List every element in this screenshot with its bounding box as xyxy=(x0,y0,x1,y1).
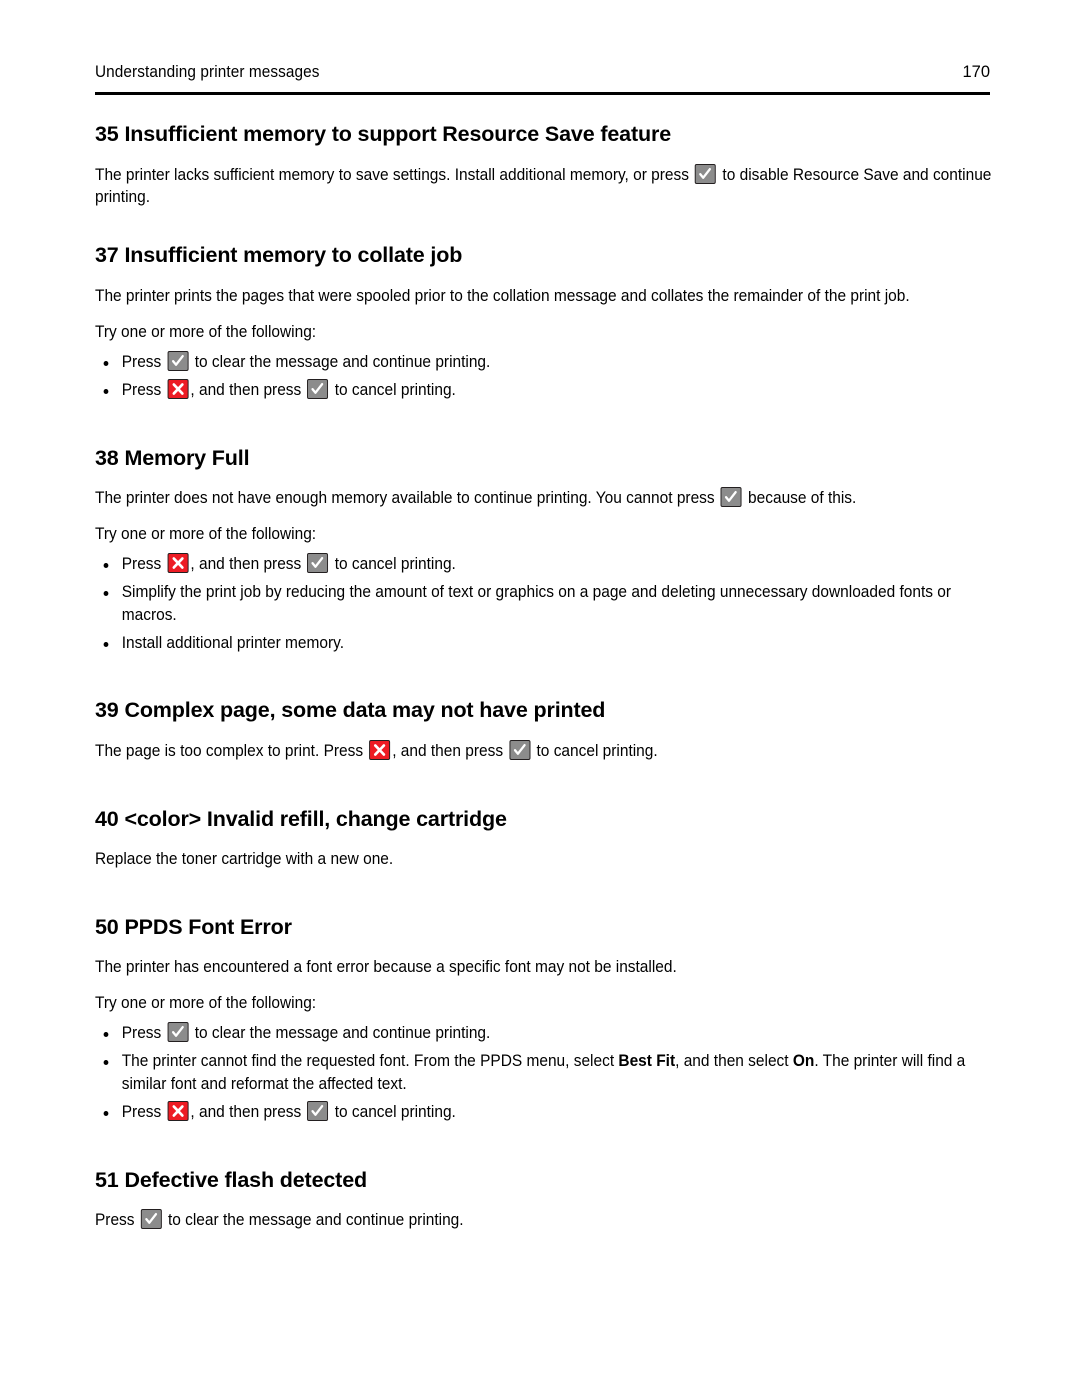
section-intro: Try one or more of the following: xyxy=(95,322,317,341)
bullet-bold-best-fit: Best Fit xyxy=(618,1052,676,1071)
bullet-text-post: to clear the message and continue printi… xyxy=(190,352,491,371)
bullet-dot-icon xyxy=(103,360,109,366)
bullet-text: Simplify the print job by reducing the a… xyxy=(121,583,952,624)
bullet-text-post: to cancel printing. xyxy=(330,381,456,400)
list-item: Install additional printer memory. xyxy=(95,632,992,654)
check-key-icon xyxy=(167,350,189,371)
section-heading: 51 Defective flash detected xyxy=(95,1167,367,1192)
paragraph-text-part-c: to cancel printing. xyxy=(532,742,658,761)
bullet-list: Press , and then press to cancel printin… xyxy=(95,553,992,654)
bullet-text-mid: , and then press xyxy=(190,1103,306,1122)
section-paragraph: The printer does not have enough memory … xyxy=(95,487,992,509)
check-key-icon xyxy=(307,1101,329,1122)
section-err-40: 40 <color> Invalid refill, change cartri… xyxy=(95,807,992,871)
check-key-icon xyxy=(307,553,329,574)
page-number: 170 xyxy=(962,63,990,81)
bullet-text-pre: Press xyxy=(121,1103,166,1122)
document-body: 35 Insufficient memory to support Resour… xyxy=(95,122,992,1232)
paragraph-text-part-b: because of this. xyxy=(743,489,857,508)
section-heading: 40 <color> Invalid refill, change cartri… xyxy=(95,806,507,831)
section-intro: Try one or more of the following: xyxy=(95,993,317,1012)
check-key-icon xyxy=(307,379,329,400)
bullet-dot-icon xyxy=(103,1110,109,1116)
section-err-38: 38 Memory Full The printer does not have… xyxy=(95,446,992,655)
section-paragraph: The page is too complex to print. Press … xyxy=(95,740,992,762)
paragraph-text-part-a: Press xyxy=(95,1211,139,1230)
section-heading: 37 Insufficient memory to collate job xyxy=(95,243,463,268)
list-item: Press to clear the message and continue … xyxy=(95,350,992,373)
list-item: The printer cannot find the requested fo… xyxy=(95,1050,992,1095)
bullet-dot-icon xyxy=(103,1060,109,1066)
bullet-text-pre: Press xyxy=(121,555,166,574)
bullet-text-mid: , and then press xyxy=(190,555,306,574)
section-paragraph: Press to clear the message and continue … xyxy=(95,1209,992,1231)
section-heading: 35 Insufficient memory to support Resour… xyxy=(95,122,671,146)
list-item: Simplify the print job by reducing the a… xyxy=(95,581,992,626)
stop-key-icon xyxy=(369,740,391,761)
bullet-dot-icon xyxy=(103,388,109,394)
section-paragraph: Replace the toner cartridge with a new o… xyxy=(95,850,394,869)
section-intro: Try one or more of the following: xyxy=(95,524,317,543)
section-err-51: 51 Defective flash detected Press to cle… xyxy=(95,1168,992,1232)
list-item: Press , and then press to cancel printin… xyxy=(95,379,992,401)
bullet-dot-icon xyxy=(103,641,109,647)
check-key-icon xyxy=(695,163,717,184)
paragraph-text-part-b: to clear the message and continue printi… xyxy=(163,1211,464,1230)
section-err-50: 50 PPDS Font Error The printer has encou… xyxy=(95,915,992,1124)
section-paragraph: The printer prints the pages that were s… xyxy=(95,287,910,306)
section-heading: 38 Memory Full xyxy=(95,445,250,470)
stop-key-icon xyxy=(167,1101,189,1122)
document-page: Understanding printer messages 170 35 In… xyxy=(0,0,1080,1397)
paragraph-text-part-a: The page is too complex to print. Press xyxy=(95,742,368,761)
section-err-37: 37 Insufficient memory to collate job Th… xyxy=(95,243,992,401)
bullet-dot-icon xyxy=(103,562,109,568)
bullet-list: Press to clear the message and continue … xyxy=(95,1022,992,1123)
bullet-text-post: to cancel printing. xyxy=(330,555,456,574)
header-title: Understanding printer messages xyxy=(95,63,320,81)
paragraph-text-part-a: The printer lacks sufficient memory to s… xyxy=(95,165,694,184)
bullet-dot-icon xyxy=(103,591,109,597)
section-err-39: 39 Complex page, some data may not have … xyxy=(95,698,992,762)
bullet-text-mid: , and then press xyxy=(190,381,306,400)
paragraph-text-part-a: The printer does not have enough memory … xyxy=(95,489,719,508)
list-item: Press , and then press to cancel printin… xyxy=(95,1101,992,1123)
check-key-icon xyxy=(140,1209,162,1230)
check-key-icon xyxy=(167,1022,189,1043)
bullet-text: Install additional printer memory. xyxy=(121,634,344,653)
bullet-list: Press to clear the message and continue … xyxy=(95,350,992,402)
bullet-text-pre: Press xyxy=(121,381,166,400)
section-paragraph: The printer has encountered a font error… xyxy=(95,958,677,977)
page-header: Understanding printer messages 170 xyxy=(95,63,990,82)
bullet-bold-on: On xyxy=(792,1052,815,1071)
section-err-35: 35 Insufficient memory to support Resour… xyxy=(95,122,992,208)
header-divider-rule xyxy=(95,92,990,95)
stop-key-icon xyxy=(167,379,189,400)
bullet-text-post: to cancel printing. xyxy=(330,1103,456,1122)
list-item: Press to clear the message and continue … xyxy=(95,1022,992,1044)
bullet-text-a: The printer cannot find the requested fo… xyxy=(121,1052,615,1071)
bullet-text-pre: Press xyxy=(121,1024,166,1043)
bullet-text-b: , and then select xyxy=(675,1052,789,1071)
section-paragraph: The printer lacks sufficient memory to s… xyxy=(95,163,992,209)
bullet-text-pre: Press xyxy=(121,352,166,371)
list-item: Press , and then press to cancel printin… xyxy=(95,553,992,575)
check-key-icon xyxy=(509,740,531,761)
section-heading: 39 Complex page, some data may not have … xyxy=(95,698,606,723)
bullet-dot-icon xyxy=(103,1031,109,1037)
check-key-icon xyxy=(720,487,742,508)
section-heading: 50 PPDS Font Error xyxy=(95,914,292,939)
bullet-text-post: to clear the message and continue printi… xyxy=(190,1024,491,1043)
paragraph-text-part-b: , and then press xyxy=(392,742,508,761)
stop-key-icon xyxy=(167,553,189,574)
